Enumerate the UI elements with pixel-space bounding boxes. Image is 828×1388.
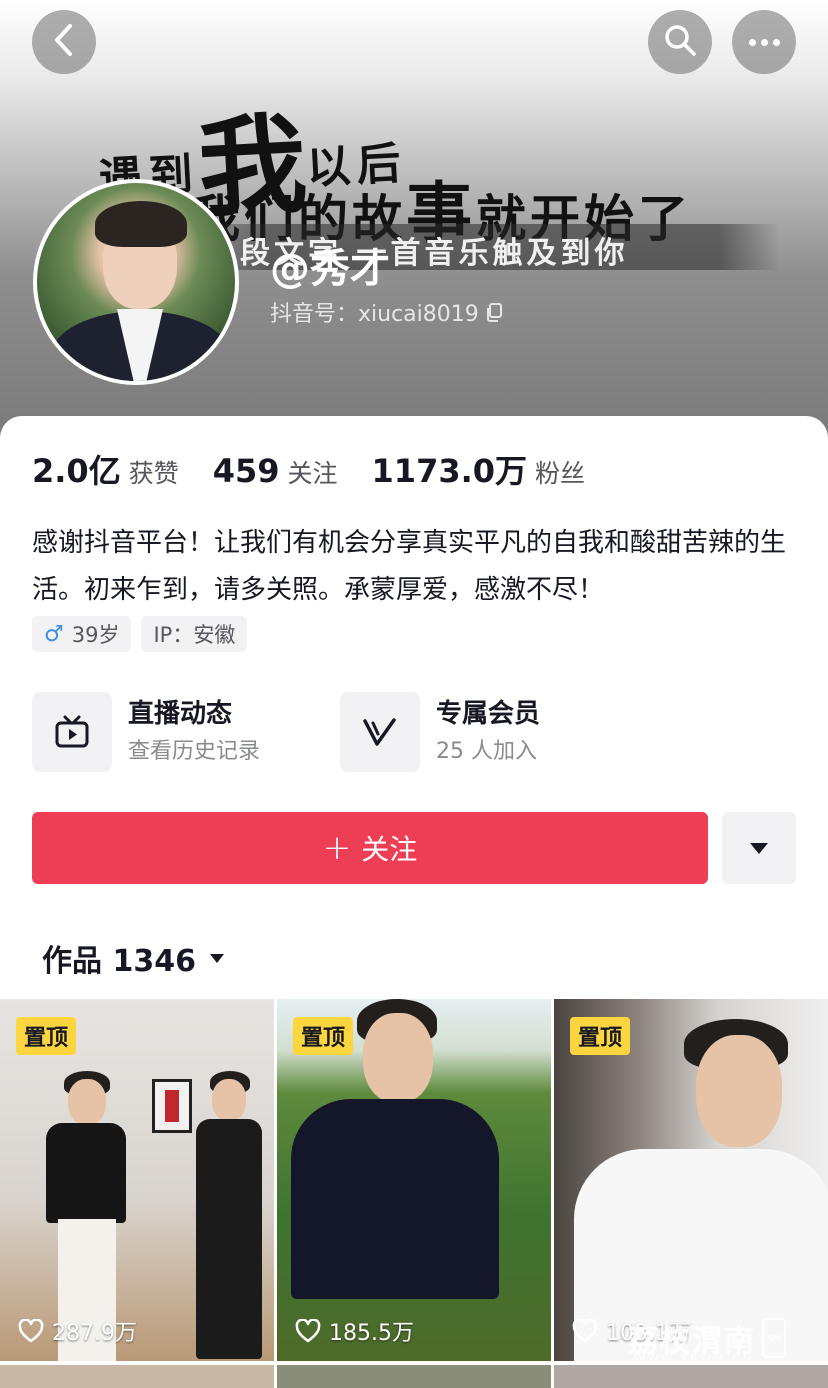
douyin-id-text: 抖音号：xiucai8019: [270, 302, 479, 327]
stat-followers-value: 1173.0万: [371, 452, 528, 490]
stat-likes-value: 2.0亿: [32, 452, 121, 490]
back-button[interactable]: [32, 10, 96, 74]
video-likes-count: 185.5万: [329, 1321, 414, 1346]
male-icon: ♂: [44, 621, 64, 647]
more-icon: [748, 38, 780, 46]
stat-following-label: 关注: [287, 459, 338, 488]
heart-icon: [295, 1319, 321, 1343]
douyin-id[interactable]: 抖音号：xiucai8019: [270, 296, 502, 328]
age-tag: ♂ 39岁: [32, 616, 132, 652]
stat-likes-label: 获赞: [128, 459, 179, 488]
video-likes: 287.9万: [18, 1315, 137, 1347]
live-history-subtitle: 查看历史记录: [128, 739, 261, 764]
video-tile[interactable]: 置顶 185.5万: [277, 999, 551, 1361]
video-tile[interactable]: [0, 1365, 274, 1388]
video-likes-count: 287.9万: [52, 1321, 137, 1346]
more-button[interactable]: [732, 10, 796, 74]
age-text: 39岁: [71, 623, 120, 647]
pinned-badge: 置顶: [570, 1017, 631, 1055]
bio-text: 感谢抖音平台！让我们有机会分享真实平凡的自我和酸甜苦辣的生活。初来乍到，请多关照…: [32, 528, 787, 605]
follow-label: 关注: [361, 833, 418, 866]
caret-down-icon: [750, 842, 768, 854]
watermark-url: WWW.YEWN.CN: [634, 1352, 755, 1365]
live-history-title: 直播动态: [128, 699, 233, 729]
video-tile[interactable]: [277, 1365, 551, 1388]
stats-row: 2.0亿 获赞 459 关注 1173.0万 粉丝: [32, 446, 619, 492]
stat-likes[interactable]: 2.0亿 获赞: [32, 446, 179, 492]
caret-down-icon: [209, 953, 224, 963]
follow-button[interactable]: + 关注: [32, 812, 708, 884]
watermark-app-icon: APP: [762, 1318, 786, 1358]
membership-entry[interactable]: 专属会员 25 人加入: [340, 692, 540, 772]
recommend-dropdown-button[interactable]: [722, 812, 796, 884]
video-tile[interactable]: 置顶 103.1万: [554, 999, 828, 1361]
search-button[interactable]: [648, 10, 712, 74]
video-tile[interactable]: [554, 1365, 828, 1388]
stat-following[interactable]: 459 关注: [213, 452, 338, 490]
tab-works[interactable]: 作品 1346: [42, 936, 224, 980]
ip-tag: IP：安徽: [141, 616, 248, 652]
stat-followers-label: 粉丝: [535, 459, 586, 488]
membership-subtitle: 25 人加入: [436, 739, 537, 764]
tv-icon: [32, 692, 112, 772]
pinned-badge: 置顶: [293, 1017, 354, 1055]
plus-icon: +: [322, 828, 352, 868]
back-icon: [53, 23, 75, 61]
heart-icon: [572, 1319, 598, 1343]
ip-text: IP：安徽: [153, 623, 236, 647]
pinned-badge: 置顶: [16, 1017, 77, 1055]
search-icon: [663, 23, 697, 61]
copy-icon[interactable]: [485, 303, 502, 322]
video-tile[interactable]: 置顶 287.9万: [0, 999, 274, 1361]
works-tab-label: 作品 1346: [42, 944, 196, 979]
heart-icon: [18, 1319, 44, 1343]
profile-tags: ♂ 39岁 IP：安徽: [32, 616, 248, 652]
feature-entries: 直播动态 查看历史记录 专属会员 25 人加入: [32, 692, 796, 772]
stat-following-value: 459: [212, 452, 280, 490]
stat-followers[interactable]: 1173.0万 粉丝: [372, 446, 586, 492]
nickname: @秀才: [270, 246, 390, 292]
video-likes: 185.5万: [295, 1315, 414, 1347]
membership-title: 专属会员: [436, 699, 541, 729]
avatar[interactable]: [33, 179, 239, 385]
live-history-entry[interactable]: 直播动态 查看历史记录: [32, 692, 260, 772]
member-v-icon: [340, 692, 420, 772]
